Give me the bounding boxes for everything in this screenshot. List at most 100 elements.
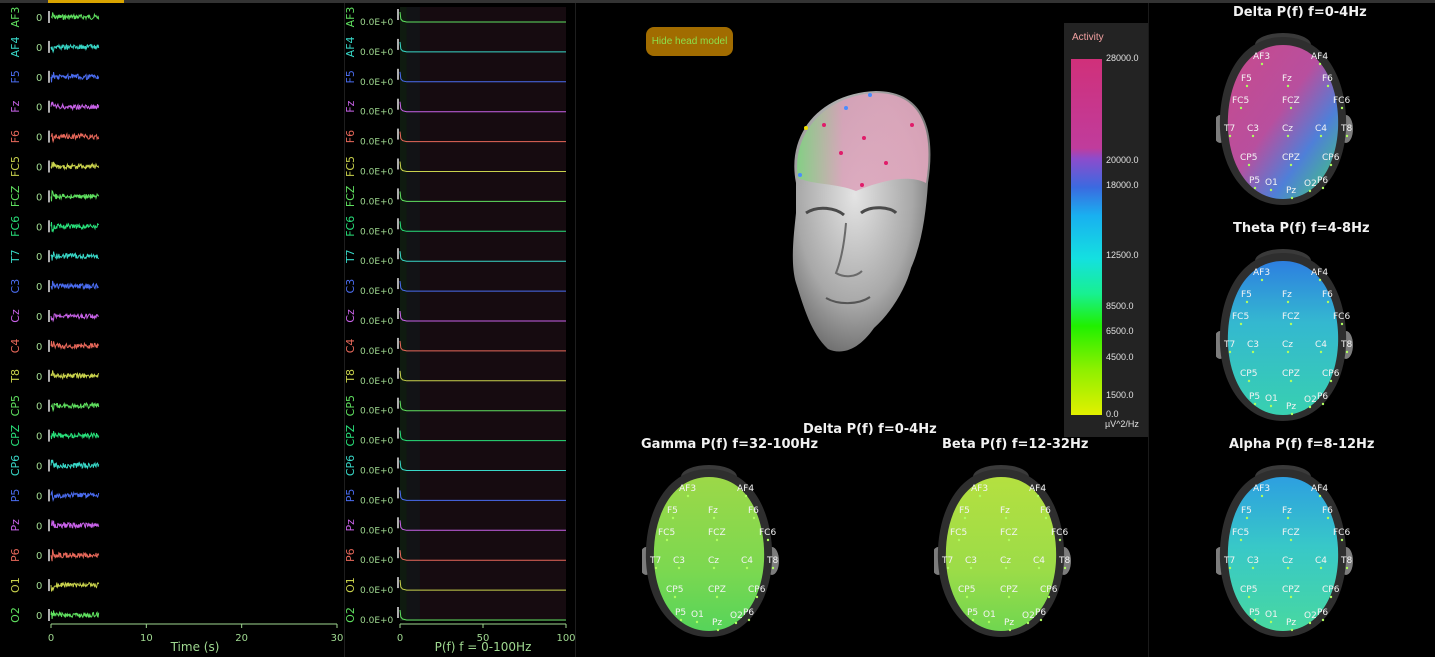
electrode-label: T7	[1223, 556, 1235, 566]
electrode-label: C3	[965, 556, 977, 566]
electrode-dot	[1289, 106, 1293, 110]
channel-trace	[50, 132, 100, 144]
electrode-label: Cz	[1282, 124, 1293, 134]
electrode-label: C3	[673, 556, 685, 566]
channel-label: Cz	[345, 309, 357, 323]
x-tick-label: 20	[235, 633, 248, 644]
channel-label: Pz	[345, 519, 357, 532]
electrode-label: CP6	[748, 585, 766, 595]
electrode-dot	[695, 620, 699, 624]
hide-head-model-button[interactable]: Hide head model	[646, 27, 733, 56]
channel-zero-value: 0	[36, 192, 42, 203]
electrode-label: P6	[743, 608, 754, 618]
topomap-theta: AF3 AF4 F5 Fz F6 FC5 FCZ FC6 T7 C3 Cz C4 T8 CP5 CPZ CP6…	[1216, 249, 1353, 421]
channel-zero-value: 0	[36, 611, 42, 622]
electrode-dot	[745, 566, 749, 570]
channel-zero-value: 0	[36, 491, 42, 502]
channel-zero-value: 0.0E+0	[360, 407, 394, 417]
electrode-dot	[1228, 134, 1232, 138]
channel-label: CPZ	[345, 424, 357, 446]
channel-zero-value: 0.0E+0	[360, 347, 394, 357]
electrode-dot	[1247, 163, 1251, 167]
electrode-dot	[1008, 628, 1012, 632]
panel-divider	[1148, 3, 1149, 657]
electrode-label: CP6	[1322, 585, 1340, 595]
electrode-label: Fz	[1282, 506, 1292, 516]
channel-zero-value: 0	[36, 163, 42, 174]
channel-label: CP6	[9, 455, 22, 476]
channel-label: Fz	[9, 100, 22, 112]
electrode-dot	[1228, 350, 1232, 354]
electrode-label: Fz	[708, 506, 718, 516]
electrode-dot	[1289, 538, 1293, 542]
channel-trace	[50, 312, 99, 323]
electrode-dot	[1290, 196, 1294, 200]
electrode-dot	[1319, 566, 1323, 570]
electrode-dot	[1286, 134, 1290, 138]
electrode-dot	[1340, 322, 1344, 326]
channel-label: O2	[345, 607, 357, 623]
electrode-dot	[1044, 516, 1048, 520]
colorbar-tick-label: 12500.0	[1106, 250, 1139, 261]
channel-label: O1	[9, 577, 22, 593]
theta-alpha-band-shade	[406, 7, 420, 621]
channel-zero-value: 0.0E+0	[360, 556, 394, 566]
colorbar-title: Activity	[1072, 32, 1104, 43]
electrode-label: T8	[1340, 340, 1352, 350]
topomap-title-beta: Beta P(f) f=12-32Hz	[942, 437, 1089, 452]
channel-zero-value: 0	[36, 462, 42, 473]
psd-plot-area	[400, 7, 566, 621]
electrode-dot	[747, 618, 751, 622]
channel-zero-value: 0	[36, 282, 42, 293]
electrode-dot	[1318, 62, 1322, 66]
electrode-label: FC5	[1232, 528, 1249, 538]
electrode-dot	[1321, 402, 1325, 406]
electrode-label: FCZ	[1000, 528, 1018, 538]
x-axis-label: Time (s)	[170, 640, 220, 654]
x-tick-label: 0	[397, 633, 403, 644]
channel-zero-value: 0.0E+0	[360, 18, 394, 28]
electrode-label: F6	[1322, 74, 1333, 84]
head-3d-model[interactable]	[766, 73, 966, 363]
time-series-panel: AF3 0 AF4 0 F5 0 Fz 0 F6 0 FC5 0 FCZ 0 FC6 0 T7 0 C3 0 Cz 0 C4…	[0, 3, 345, 657]
x-axis-label: P(f) f = 0-100Hz	[435, 640, 532, 654]
electrode-dot	[1269, 404, 1273, 408]
channel-label: AF4	[345, 36, 357, 57]
electrode-label: T7	[1223, 124, 1235, 134]
electrode-label: CP5	[666, 585, 683, 595]
electrode-label: O1	[1265, 394, 1278, 404]
power-spectrum-plot: AF3 0.0E+0AF4 0.0E+0F5 0.0E+0Fz 0.0E+0F6 0.0E…	[345, 7, 575, 654]
electrode-label: O2	[1304, 395, 1317, 405]
electrode-label: FCZ	[1282, 312, 1300, 322]
electrode-dot	[1247, 379, 1251, 383]
electrode-label: FC6	[1333, 528, 1350, 538]
colorbar-tick-label: 6500.0	[1106, 326, 1134, 337]
electrode-dot	[965, 595, 969, 599]
electrode-label: AF4	[1311, 268, 1328, 278]
electrode-dot	[1290, 412, 1294, 416]
electrode-label: O2	[1304, 611, 1317, 621]
channel-trace	[50, 401, 100, 413]
channel-label: T8	[9, 369, 22, 384]
electrode-dot	[712, 516, 716, 520]
electrode-dot	[1063, 566, 1067, 570]
electrode-label: T7	[649, 556, 661, 566]
channel-zero-value: 0.0E+0	[360, 227, 394, 237]
electrode-label: P5	[1249, 176, 1260, 186]
electrode-label: F6	[1040, 506, 1051, 516]
electrode-label: P5	[1249, 392, 1260, 402]
electrode-dot	[715, 595, 719, 599]
electrode-dot	[971, 618, 975, 622]
channel-zero-value: 0	[36, 13, 42, 24]
electrode-label: CP5	[958, 585, 975, 595]
electrode-label: O2	[1304, 179, 1317, 189]
channel-label: Fz	[345, 100, 357, 112]
electrode-dot	[665, 538, 669, 542]
electrode-dot	[1289, 163, 1293, 167]
electrode-dot	[1329, 379, 1333, 383]
channel-trace	[50, 610, 100, 619]
electrode-dot	[957, 538, 961, 542]
electrode-dot	[1253, 618, 1257, 622]
electrode-label: O2	[1022, 611, 1035, 621]
channel-zero-value: 0.0E+0	[360, 467, 394, 477]
